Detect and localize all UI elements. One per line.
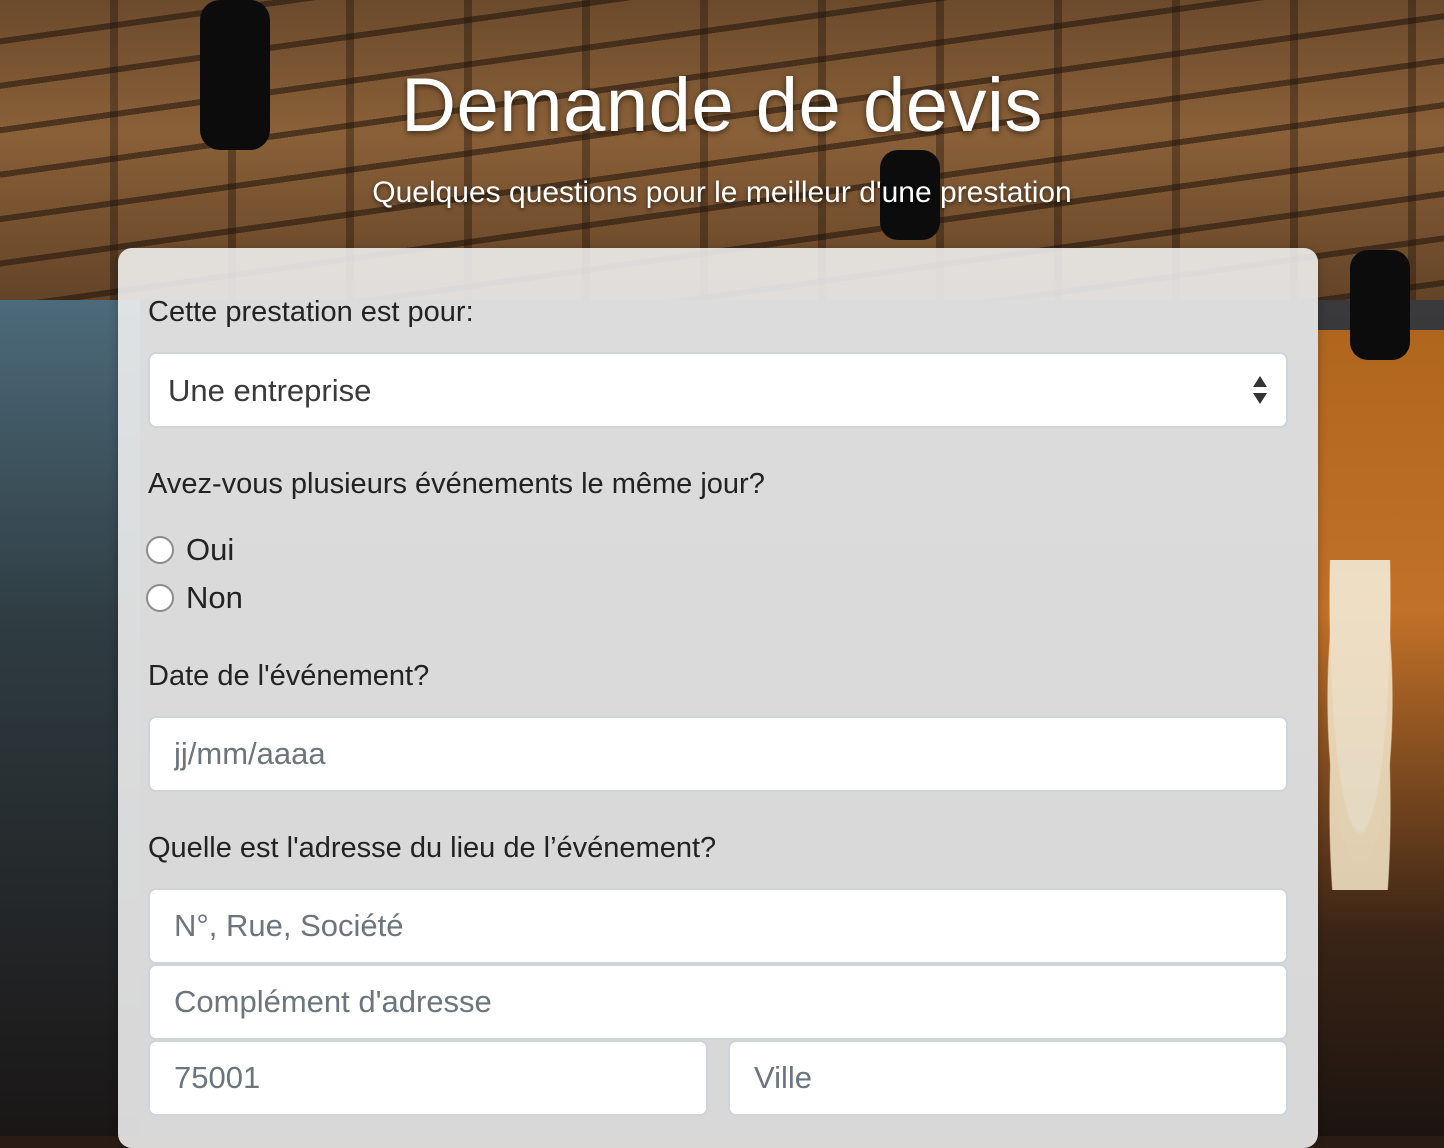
radio-label-non: Non [186,580,243,615]
prestation-for-selected-value: Une entreprise [168,373,372,408]
event-address-label: Quelle est l'adresse du lieu de l’événem… [148,832,717,864]
event-date-label: Date de l'événement? [148,660,430,692]
postal-code-input[interactable] [148,1040,708,1116]
quote-form-card: Cette prestation est pour: Une entrepris… [118,248,1318,1148]
ceiling-lamp [1350,250,1410,360]
radio-option-non[interactable]: Non [146,578,243,618]
radio-label-oui: Oui [186,532,235,567]
prestation-for-label: Cette prestation est pour: [148,296,474,328]
prestation-for-select[interactable]: Une entreprise [148,352,1288,428]
radio-non[interactable] [146,584,174,612]
city-input[interactable] [728,1040,1288,1116]
street-input[interactable] [148,888,1288,964]
address-complement-input[interactable] [148,964,1288,1040]
decorative-totem [1322,560,1398,890]
radio-option-oui[interactable]: Oui [146,530,234,570]
page-title: Demande de devis [401,63,1043,148]
radio-oui[interactable] [146,536,174,564]
event-date-input[interactable] [148,716,1288,792]
select-arrows-icon [1253,376,1267,404]
multi-event-label: Avez-vous plusieurs événements le même j… [148,468,765,500]
page-subtitle: Quelques questions pour le meilleur d'un… [372,176,1072,209]
